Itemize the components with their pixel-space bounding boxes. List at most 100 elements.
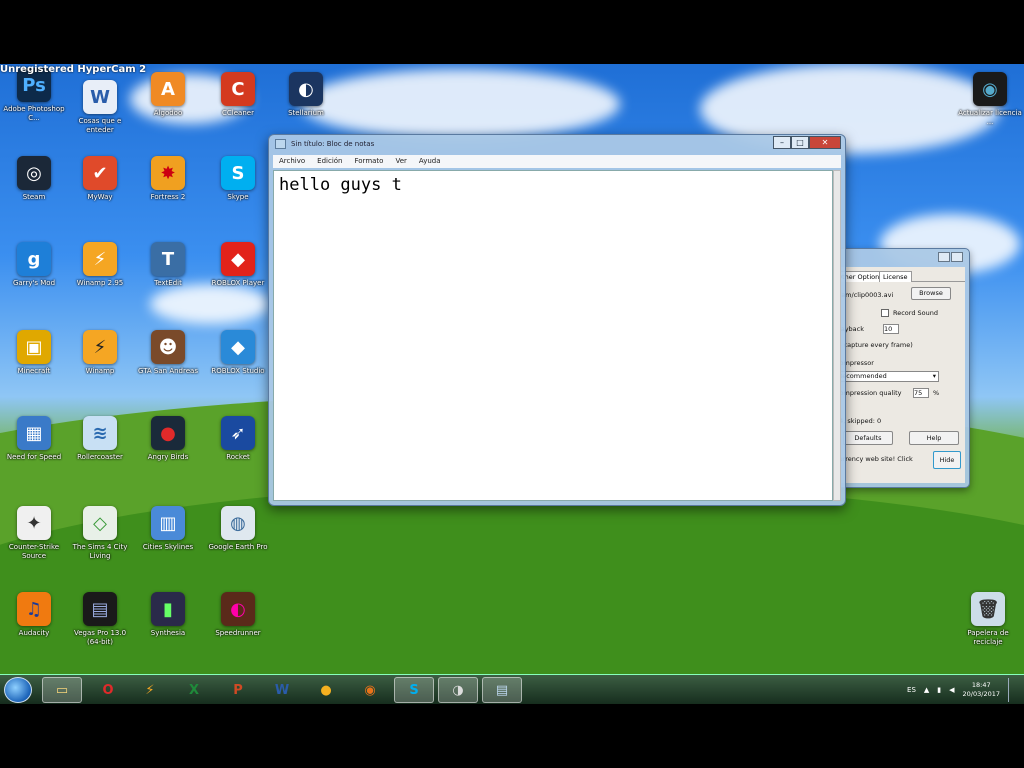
taskbar-explorer-button[interactable]: ▭ xyxy=(42,677,82,703)
desktop-icon-stellarium[interactable]: ◐ Stellarium xyxy=(274,72,338,118)
record-sound-checkbox[interactable] xyxy=(881,309,889,317)
desktop-icon-label: Actualizar licencia ... xyxy=(958,109,1022,126)
desktop-icon-game-blue[interactable]: ▦ Need for Speed xyxy=(2,416,66,462)
menu-archivo[interactable]: Archivo xyxy=(279,155,305,168)
desktop-icon-winamp[interactable]: ⚡ Winamp 2.95 xyxy=(68,242,132,288)
desktop-icon-google-earth[interactable]: ◍ Google Earth Pro xyxy=(206,506,270,552)
defaults-button[interactable]: Defaults xyxy=(843,431,893,445)
menu-bar: Archivo Edición Formato Ver Ayuda xyxy=(273,155,841,168)
desktop-icon-minecraft[interactable]: ▣ Minecraft xyxy=(2,330,66,376)
maximize-button[interactable]: □ xyxy=(791,136,809,149)
desktop-icon-skype[interactable]: S Skype xyxy=(206,156,270,202)
guardian-icon: ◉ xyxy=(973,72,1007,106)
google-earth-icon: ◍ xyxy=(221,506,255,540)
close-button[interactable] xyxy=(951,252,963,262)
menu-edicion[interactable]: Edición xyxy=(317,155,342,168)
desktop-icon-gmod[interactable]: g Garry's Mod xyxy=(2,242,66,288)
desktop-icon-label: ROBLOX Player xyxy=(211,279,265,287)
vegas-icon: ▤ xyxy=(83,592,117,626)
show-desktop-button[interactable] xyxy=(1008,678,1016,702)
hypercam-dialog[interactable]: Other Options License ...am/clip0003.avi… xyxy=(828,248,970,488)
taskbar-firefox-button[interactable]: ◉ xyxy=(350,677,390,703)
menu-ver[interactable]: Ver xyxy=(395,155,406,168)
clock[interactable]: 18:47 20/03/2017 xyxy=(963,681,1000,699)
desktop-icon-roblox[interactable]: ◆ ROBLOX Player xyxy=(206,242,270,288)
notepad-window[interactable]: Sin título: Bloc de notas – □ ✕ Archivo … xyxy=(268,134,846,506)
roblox-studio-icon: ◆ xyxy=(221,330,255,364)
desktop-icon-blue-rocket[interactable]: ➶ Rocket xyxy=(206,416,270,462)
capture-note: to capture every frame) xyxy=(835,341,913,349)
taskbar-excel-button[interactable]: X xyxy=(174,677,214,703)
game-explode-icon: ✸ xyxy=(151,156,185,190)
game-snow-icon: ≋ xyxy=(83,416,117,450)
desktop-icon-label: Counter-Strike Source xyxy=(8,543,60,560)
chevron-up-icon[interactable]: ▲ xyxy=(924,686,929,694)
desktop-icon-label: Winamp xyxy=(85,367,115,375)
ccleaner-icon: C xyxy=(221,72,255,106)
desktop-icon-synthesia[interactable]: ▮ Synthesia xyxy=(136,592,200,638)
sims-icon: ◇ xyxy=(83,506,117,540)
desktop-icon-label: Winamp 2.95 xyxy=(76,279,124,287)
desktop-icon-ccleaner[interactable]: C CCleaner xyxy=(206,72,270,118)
network-icon[interactable]: ▮ xyxy=(937,686,941,694)
minimize-button[interactable]: – xyxy=(773,136,791,149)
blue-rocket-icon: ➶ xyxy=(221,416,255,450)
desktop-icon-speedometer[interactable]: ◐ Speedrunner xyxy=(206,592,270,638)
desktop-icon-sims[interactable]: ◇ The Sims 4 City Living xyxy=(68,506,132,561)
desktop-icon-label: Need for Speed xyxy=(6,453,62,461)
taskbar-app-orange-button[interactable]: ● xyxy=(306,677,346,703)
tab-license[interactable]: License xyxy=(879,271,912,282)
hypercam-watermark: Unregistered HyperCam 2 xyxy=(0,64,147,75)
desktop-icon-steam[interactable]: ◎ Steam xyxy=(2,156,66,202)
desktop-icon-mytasks[interactable]: ✔ MyWay xyxy=(68,156,132,202)
desktop-icon-vegas[interactable]: ▤ Vegas Pro 13.0 (64-bit) xyxy=(68,592,132,647)
language-indicator[interactable]: ES xyxy=(907,686,916,694)
menu-formato[interactable]: Formato xyxy=(355,155,384,168)
taskbar-word-button[interactable]: W xyxy=(262,677,302,703)
taskbar-winamp-button[interactable]: ⚡ xyxy=(130,677,170,703)
desktop-icon-guardian[interactable]: ◉ Actualizar licencia ... xyxy=(958,72,1022,127)
help-button[interactable]: Help xyxy=(909,431,959,445)
volume-icon[interactable]: ◀ xyxy=(949,686,954,694)
playback-input[interactable]: 10 xyxy=(883,324,899,334)
vertical-scrollbar[interactable] xyxy=(833,170,841,501)
taskbar-hypercam-button[interactable]: ◑ xyxy=(438,677,478,703)
desktop-icon-text-editor[interactable]: T TextEdit xyxy=(136,242,200,288)
hypercam-tabs: Other Options License xyxy=(833,271,965,282)
close-button[interactable]: ✕ xyxy=(809,136,841,149)
taskbar-skype-button[interactable]: S xyxy=(394,677,434,703)
desktop-icon-aimp[interactable]: A Algodoo xyxy=(136,72,200,118)
desktop-icon-label: Garry's Mod xyxy=(12,279,56,287)
minimize-button[interactable] xyxy=(938,252,950,262)
desktop-icon-winamp2[interactable]: ⚡ Winamp xyxy=(68,330,132,376)
start-button[interactable] xyxy=(4,677,32,703)
desktop-icon-label: Algodoo xyxy=(153,109,183,117)
desktop-icon-photoshop[interactable]: Ps Adobe Photoshop C... xyxy=(2,68,66,123)
counter-strike-icon: ✦ xyxy=(17,506,51,540)
hide-button[interactable]: Hide xyxy=(933,451,961,469)
desktop-icon-label: ROBLOX Studio xyxy=(211,367,265,375)
desktop-icon-label: Audacity xyxy=(18,629,50,637)
desktop-icon-angry[interactable]: ● Angry Birds xyxy=(136,416,200,462)
desktop-icon-game-explode[interactable]: ✸ Fortress 2 xyxy=(136,156,200,202)
clock-date: 20/03/2017 xyxy=(962,690,1000,698)
taskbar-powerpoint-button[interactable]: P xyxy=(218,677,258,703)
menu-ayuda[interactable]: Ayuda xyxy=(419,155,441,168)
desktop-icon-cities[interactable]: ▥ Cities Skylines xyxy=(136,506,200,552)
compressor-select[interactable]: Recommended ▾ xyxy=(835,371,939,382)
taskbar-opera-button[interactable]: O xyxy=(88,677,128,703)
desktop-icon-game-man[interactable]: ☻ GTA San Andreas xyxy=(136,330,200,376)
desktop-icon-label: Rollercoaster xyxy=(77,453,123,461)
hypercam-window-controls[interactable] xyxy=(938,252,963,262)
desktop-icon-roblox-studio[interactable]: ◆ ROBLOX Studio xyxy=(206,330,270,376)
desktop-icon-audacity[interactable]: ♫ Audacity xyxy=(2,592,66,638)
desktop-icon-counter-strike[interactable]: ✦ Counter-Strike Source xyxy=(2,506,66,561)
window-controls[interactable]: – □ ✕ xyxy=(773,136,841,149)
desktop-icon-recycle-bin[interactable]: 🗑 Papelera de reciclaje xyxy=(956,592,1020,647)
text-editor-area[interactable]: hello guys t xyxy=(273,170,833,501)
quality-input[interactable]: 75 xyxy=(913,388,929,398)
taskbar-notepad-button[interactable]: ▤ xyxy=(482,677,522,703)
desktop-icon-doc[interactable]: W Cosas que e enteder xyxy=(68,80,132,135)
browse-button[interactable]: Browse xyxy=(911,287,951,300)
desktop-icon-game-snow[interactable]: ≋ Rollercoaster xyxy=(68,416,132,462)
